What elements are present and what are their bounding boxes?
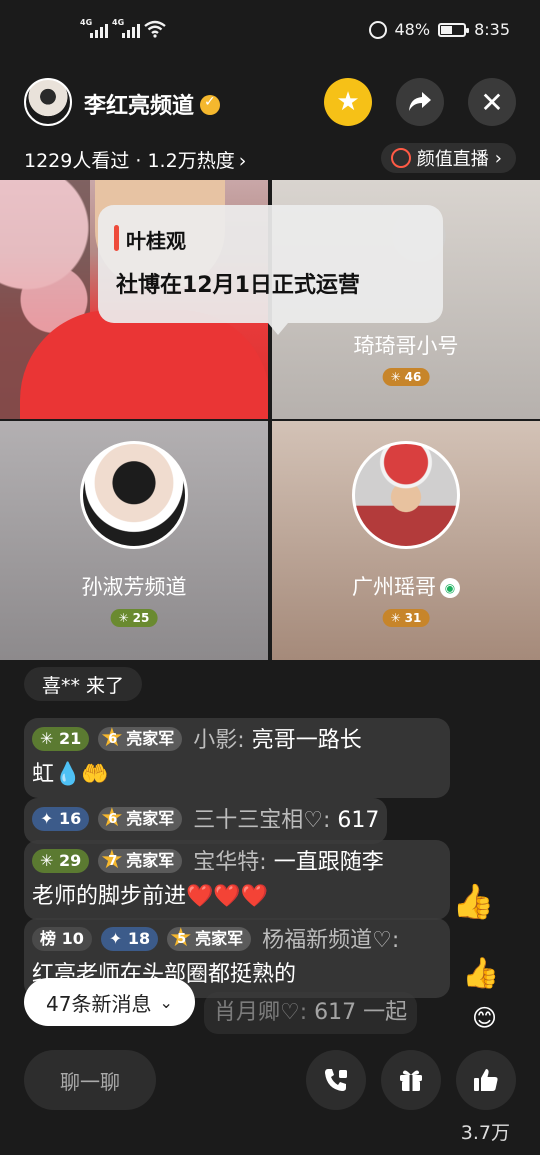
chat-input[interactable]: 聊一聊 xyxy=(24,1050,156,1110)
share-button[interactable] xyxy=(396,78,444,126)
face-icon xyxy=(390,148,411,168)
thumbs-up-icon xyxy=(474,1069,498,1091)
guest-name: 孙淑芳频道 xyxy=(81,575,187,599)
verified-icon xyxy=(200,94,221,115)
user-level-badge: ✦ 18 xyxy=(100,927,159,951)
channel-title[interactable]: 李红亮频道 xyxy=(84,88,221,120)
close-icon: ✕ xyxy=(480,85,504,119)
thumbs-up-emoji: 👍 xyxy=(462,956,500,991)
chat-message[interactable]: ✳ 21 ★ 6 亮家军 小影: 亮哥一路长 虹💧🤲 xyxy=(24,718,450,798)
chevron-right-icon: › xyxy=(494,147,502,169)
guest-avatar xyxy=(80,441,188,549)
gift-button[interactable] xyxy=(381,1050,441,1110)
user-level-badge: ✦ 16 xyxy=(32,807,90,831)
guest-cell[interactable]: 广州瑶哥 ◉ ✳ 31 xyxy=(272,421,540,660)
fan-club-badge: ★ 7 亮家军 xyxy=(98,847,183,873)
guest-level-badge: ✳ 31 xyxy=(382,609,430,627)
star-icon: ★ xyxy=(336,87,360,117)
status-bar: 4G 4G 48% 8:35 xyxy=(0,0,540,62)
rank-badge: 榜 10 xyxy=(32,927,92,951)
battery-icon xyxy=(438,22,470,37)
thumbs-up-emoji: 👍 xyxy=(452,882,495,922)
smile-emoji: 😊 xyxy=(472,1004,498,1032)
phone-icon xyxy=(325,1069,347,1091)
chat-username[interactable]: 肖月卿♡: xyxy=(214,1000,307,1025)
alarm-icon xyxy=(368,20,387,39)
fan-club-badge: ★ 5 亮家军 xyxy=(167,925,252,951)
chevron-right-icon: › xyxy=(238,150,247,172)
chat-username[interactable]: 宝华特: xyxy=(193,850,266,875)
battery-percent: 48% xyxy=(394,20,431,39)
guest-name: 琦琦哥小号 xyxy=(353,334,459,358)
fan-club-badge: ★ 6 亮家军 xyxy=(98,725,183,751)
view-stats[interactable]: 1229人看过 · 1.2万热度 › xyxy=(24,146,246,173)
call-link-button[interactable] xyxy=(306,1050,366,1110)
category-tag[interactable]: 颜值直播 › xyxy=(380,143,516,173)
follow-star-button[interactable]: ★ xyxy=(324,78,372,126)
signal-icon: 4G xyxy=(112,18,140,38)
chevron-down-icon: ⌄ xyxy=(159,992,173,1012)
fan-club-badge: ★ 6 亮家军 xyxy=(98,805,183,831)
announcement-text: 社博在12月1日正式运营 xyxy=(116,273,360,298)
announcement-title: 叶桂观 xyxy=(126,229,186,253)
like-button[interactable] xyxy=(456,1050,516,1110)
guest-level-badge: ✳ 25 xyxy=(110,609,158,627)
chat-message[interactable]: ✳ 29 ★ 7 亮家军 宝华特: 一直跟随李 老师的脚步前进❤️❤️❤️ xyxy=(24,840,450,920)
join-notice: 喜** 来了 xyxy=(24,667,143,701)
wifi-icon xyxy=(144,20,166,38)
new-messages-button[interactable]: 47条新消息 ⌄ xyxy=(24,978,195,1026)
chat-username[interactable]: 三十三宝相♡: xyxy=(193,808,330,833)
guest-avatar xyxy=(352,441,460,549)
live-header: 李红亮频道 ★ ✕ xyxy=(24,78,516,128)
user-level-badge: ✳ 29 xyxy=(32,849,90,873)
guest-cell[interactable]: 孙淑芳频道 ✳ 25 xyxy=(0,421,268,660)
gift-icon xyxy=(400,1070,422,1091)
clock: 8:35 xyxy=(474,20,510,39)
chat-username[interactable]: 杨福新频道♡: xyxy=(262,928,399,953)
like-count: 3.7万 xyxy=(460,1122,510,1144)
guest-level-badge: ✳ 46 xyxy=(382,368,430,386)
host-avatar[interactable] xyxy=(24,78,72,126)
guest-name: 广州瑶哥 ◉ xyxy=(272,571,540,601)
chat-message[interactable]: ✦ 16 ★ 6 亮家军 三十三宝相♡: 617 xyxy=(24,798,388,844)
close-button[interactable]: ✕ xyxy=(468,78,516,126)
announcement-bubble: 叶桂观 社博在12月1日正式运营 xyxy=(98,205,443,335)
signal-icon: 4G xyxy=(80,18,108,38)
share-icon xyxy=(409,92,431,111)
user-level-badge: ✳ 21 xyxy=(32,727,90,751)
chat-username[interactable]: 小影: xyxy=(193,728,244,753)
chat-message[interactable]: 肖月卿♡: 617 一起 xyxy=(204,992,418,1034)
network-indicators: 4G 4G xyxy=(80,18,166,38)
mic-icon: ◉ xyxy=(440,578,460,598)
